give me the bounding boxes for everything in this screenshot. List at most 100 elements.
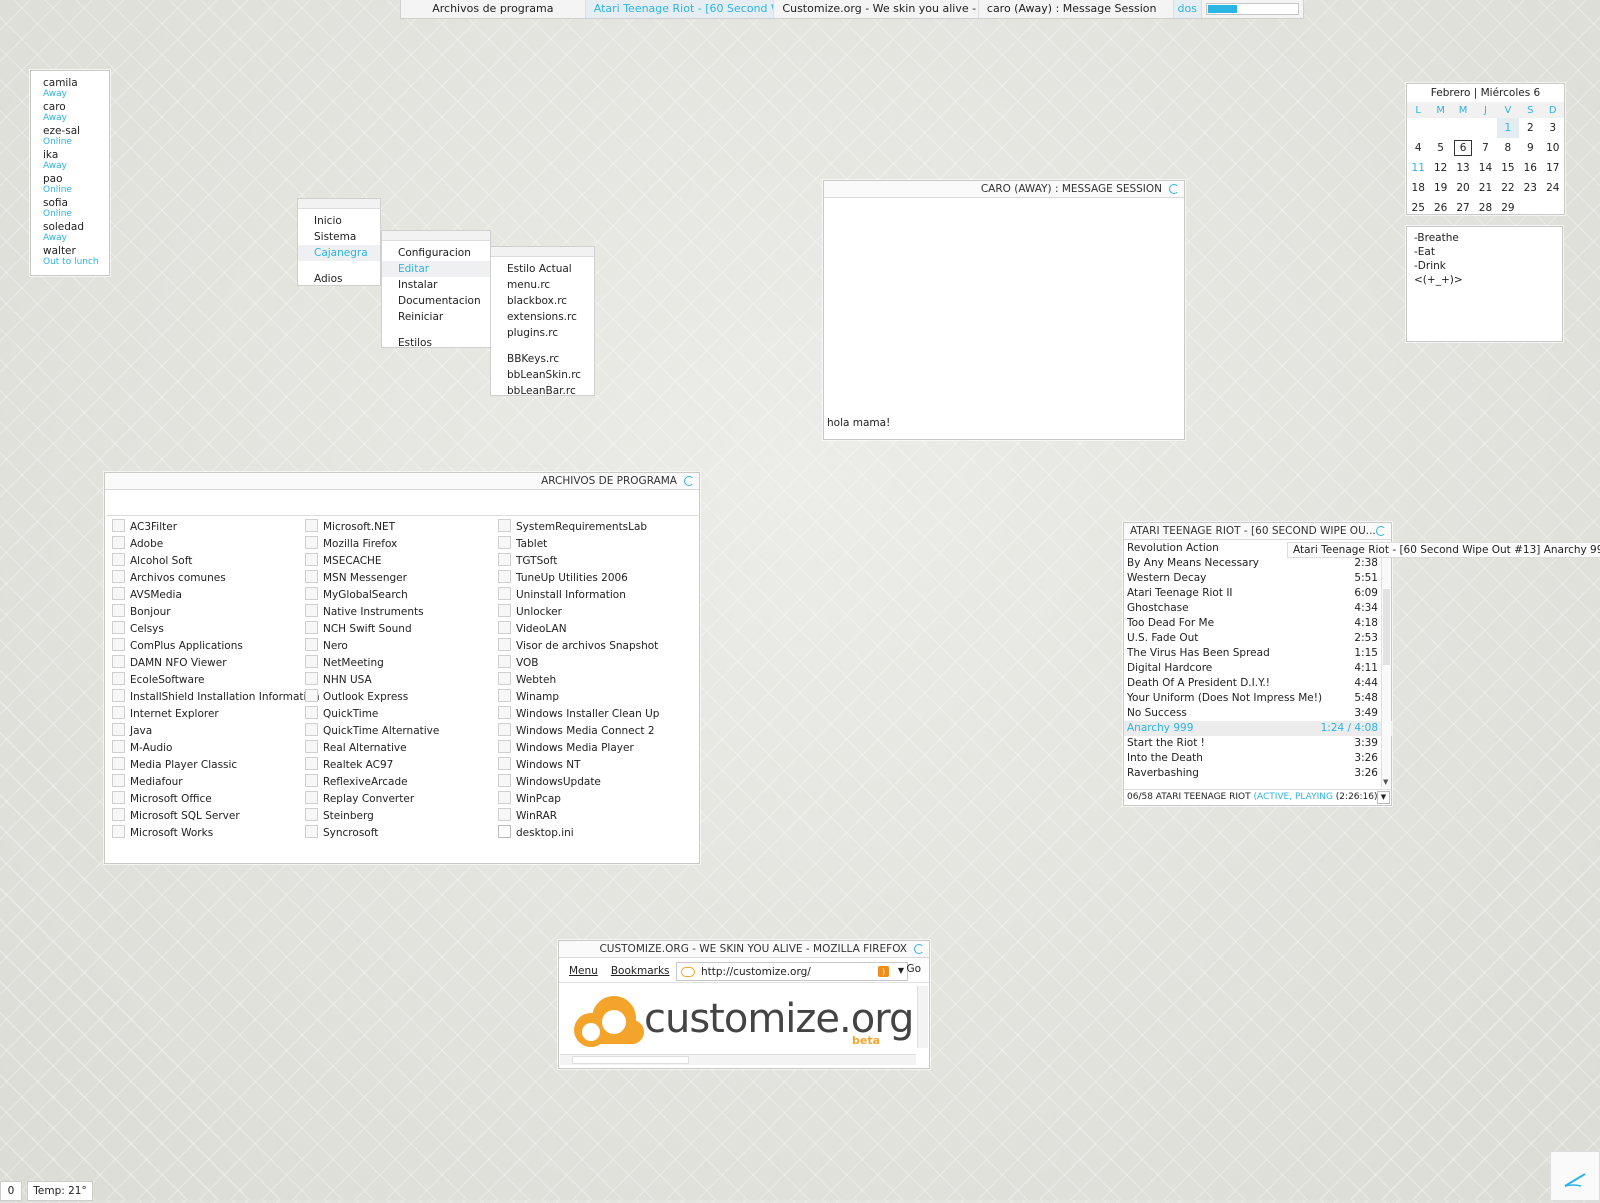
file-item[interactable]: Native Instruments — [303, 604, 496, 621]
todo-note[interactable]: -Breathe -Eat -Drink <(+_+)> — [1406, 226, 1563, 342]
horizontal-scrollbar[interactable] — [560, 1054, 916, 1065]
playlist-track[interactable]: Western Decay 5:51 — [1124, 571, 1392, 586]
file-item[interactable]: Mozilla Firefox — [303, 536, 496, 553]
file-item[interactable]: NCH Swift Sound — [303, 621, 496, 638]
file-item[interactable]: Tablet — [496, 536, 689, 553]
file-item[interactable]: Real Alternative — [303, 740, 496, 757]
chevron-down-icon[interactable]: ▼ — [1377, 791, 1390, 804]
file-item[interactable]: Mediafour — [110, 774, 303, 791]
calendar-day[interactable]: 21 — [1474, 178, 1496, 198]
calendar-day[interactable]: 22 — [1497, 178, 1519, 198]
task-message-session[interactable]: caro (Away) : Message Session — [979, 0, 1174, 18]
menu-button[interactable]: Menu — [569, 965, 598, 977]
menu-item-bbleanbar-rc[interactable]: bbLeanBar.rc — [491, 383, 594, 399]
scroll-down-icon[interactable]: ▼ — [1383, 778, 1388, 786]
calendar-day[interactable]: 15 — [1497, 158, 1519, 178]
menu-item-blackbox-rc[interactable]: blackbox.rc — [491, 293, 594, 309]
calendar-day[interactable]: 29 — [1497, 198, 1519, 218]
file-item[interactable]: desktop.ini — [496, 825, 689, 842]
calendar-day[interactable]: 5 — [1429, 138, 1451, 158]
menu-item-editar[interactable]: Editar — [382, 261, 490, 277]
calendar-day[interactable]: 28 — [1474, 198, 1496, 218]
file-item[interactable]: Media Player Classic — [110, 757, 303, 774]
playlist-scrollbar[interactable]: ▼ — [1381, 541, 1391, 787]
calendar-day[interactable]: 7 — [1474, 138, 1496, 158]
window-title[interactable]: ATARI TEENAGE RIOT - [60 SECOND WIPE OU.… — [1124, 523, 1391, 540]
file-item[interactable]: AVSMedia — [110, 587, 303, 604]
calendar-day[interactable]: 2 — [1519, 118, 1541, 138]
playlist-track[interactable]: Start the Riot ! 3:39 — [1124, 736, 1392, 751]
url-bar[interactable]: http://customize.org/ ) ▼ — [676, 962, 908, 981]
calendar-day[interactable]: 11 — [1407, 158, 1429, 178]
menu-item-inicio[interactable]: Inicio — [298, 213, 380, 229]
menu-item-estilo-actual[interactable]: Estilo Actual — [491, 261, 594, 277]
contact-item[interactable]: pao Online — [31, 173, 109, 195]
calendar-day[interactable]: 16 — [1519, 158, 1541, 178]
file-item[interactable]: VideoLAN — [496, 621, 689, 638]
calendar-day[interactable]: 9 — [1519, 138, 1541, 158]
calendar-day[interactable]: 18 — [1407, 178, 1429, 198]
file-item[interactable]: Windows Media Player — [496, 740, 689, 757]
file-item[interactable]: WindowsUpdate — [496, 774, 689, 791]
file-item[interactable]: Unlocker — [496, 604, 689, 621]
task-atari[interactable]: Atari Teenage Riot - [60 Second Wip... — [585, 0, 775, 18]
contact-item[interactable]: camila Away — [31, 77, 109, 99]
file-item[interactable]: Nero — [303, 638, 496, 655]
file-item[interactable]: Internet Explorer — [110, 706, 303, 723]
calendar-day[interactable]: 10 — [1542, 138, 1564, 158]
file-item[interactable]: WinPcap — [496, 791, 689, 808]
scrollbar-thumb[interactable] — [1383, 589, 1390, 665]
contact-item[interactable]: eze-sal Online — [31, 125, 109, 147]
file-item[interactable]: EcoleSoftware — [110, 672, 303, 689]
file-item[interactable]: MSECACHE — [303, 553, 496, 570]
window-title[interactable]: Customize.org - We skin you alive - Mozi… — [559, 941, 929, 958]
contact-item[interactable]: walter Out to lunch — [31, 245, 109, 267]
playlist-track[interactable]: Your Uniform (Does Not Impress Me!) 5:48 — [1124, 691, 1392, 706]
file-item[interactable]: TuneUp Utilities 2006 — [496, 570, 689, 587]
menu-item-sistema[interactable]: Sistema — [298, 229, 380, 245]
menu-item-adios[interactable]: Adios — [298, 271, 380, 287]
file-item[interactable]: Java — [110, 723, 303, 740]
playlist-track[interactable]: Digital Hardcore 4:11 — [1124, 661, 1392, 676]
file-item[interactable]: DAMN NFO Viewer — [110, 655, 303, 672]
menu-item-configuracion[interactable]: Configuracion — [382, 245, 490, 261]
playlist-track[interactable]: The Virus Has Been Spread 1:15 — [1124, 646, 1392, 661]
tray-counter[interactable]: 0 — [0, 1181, 22, 1201]
calendar-day[interactable]: 8 — [1497, 138, 1519, 158]
file-item[interactable]: Windows Media Connect 2 — [496, 723, 689, 740]
chevron-down-icon[interactable]: ▼ — [898, 966, 904, 975]
playlist-track[interactable]: Ghostchase 4:34 — [1124, 601, 1392, 616]
playlist-track[interactable]: Anarchy 999 1:24 / 4:08 — [1124, 721, 1392, 736]
file-item[interactable]: NHN USA — [303, 672, 496, 689]
file-item[interactable]: TGTSoft — [496, 553, 689, 570]
calendar-day[interactable]: 24 — [1542, 178, 1564, 198]
file-item[interactable]: Windows NT — [496, 757, 689, 774]
scrollbar-thumb[interactable] — [572, 1056, 689, 1064]
playlist-track[interactable]: U.S. Fade Out 2:53 — [1124, 631, 1392, 646]
contact-item[interactable]: sofia Online — [31, 197, 109, 219]
playlist-track[interactable]: Too Dead For Me 4:18 — [1124, 616, 1392, 631]
window-title[interactable]: Archivos de programa — [105, 473, 699, 490]
file-item[interactable]: QuickTime Alternative — [303, 723, 496, 740]
file-item[interactable]: Microsoft Office — [110, 791, 303, 808]
window-title[interactable]: caro (Away) : Message Session — [824, 181, 1184, 198]
file-item[interactable]: ComPlus Applications — [110, 638, 303, 655]
file-item[interactable]: Visor de archivos Snapshot — [496, 638, 689, 655]
calendar-day[interactable]: 6 — [1452, 138, 1474, 158]
calendar-day[interactable]: 17 — [1542, 158, 1564, 178]
calendar-day[interactable]: 14 — [1474, 158, 1496, 178]
calendar-day[interactable]: 25 — [1407, 198, 1429, 218]
playlist-track[interactable]: Death Of A President D.I.Y.! 4:44 — [1124, 676, 1392, 691]
playlist-track[interactable]: No Success 3:49 — [1124, 706, 1392, 721]
contact-item[interactable]: ika Away — [31, 149, 109, 171]
task-customize[interactable]: Customize.org - We skin you alive - ... — [774, 0, 979, 18]
playlist-track[interactable]: Atari Teenage Riot II 6:09 — [1124, 586, 1392, 601]
vertical-scrollbar[interactable] — [917, 986, 928, 1048]
workspace-label[interactable]: dos — [1173, 0, 1203, 18]
file-item[interactable]: ReflexiveArcade — [303, 774, 496, 791]
menu-item-extensions-rc[interactable]: extensions.rc — [491, 309, 594, 325]
file-item[interactable]: Outlook Express — [303, 689, 496, 706]
file-item[interactable]: Steinberg — [303, 808, 496, 825]
calendar-day[interactable]: 3 — [1542, 118, 1564, 138]
calendar-day[interactable]: 27 — [1452, 198, 1474, 218]
